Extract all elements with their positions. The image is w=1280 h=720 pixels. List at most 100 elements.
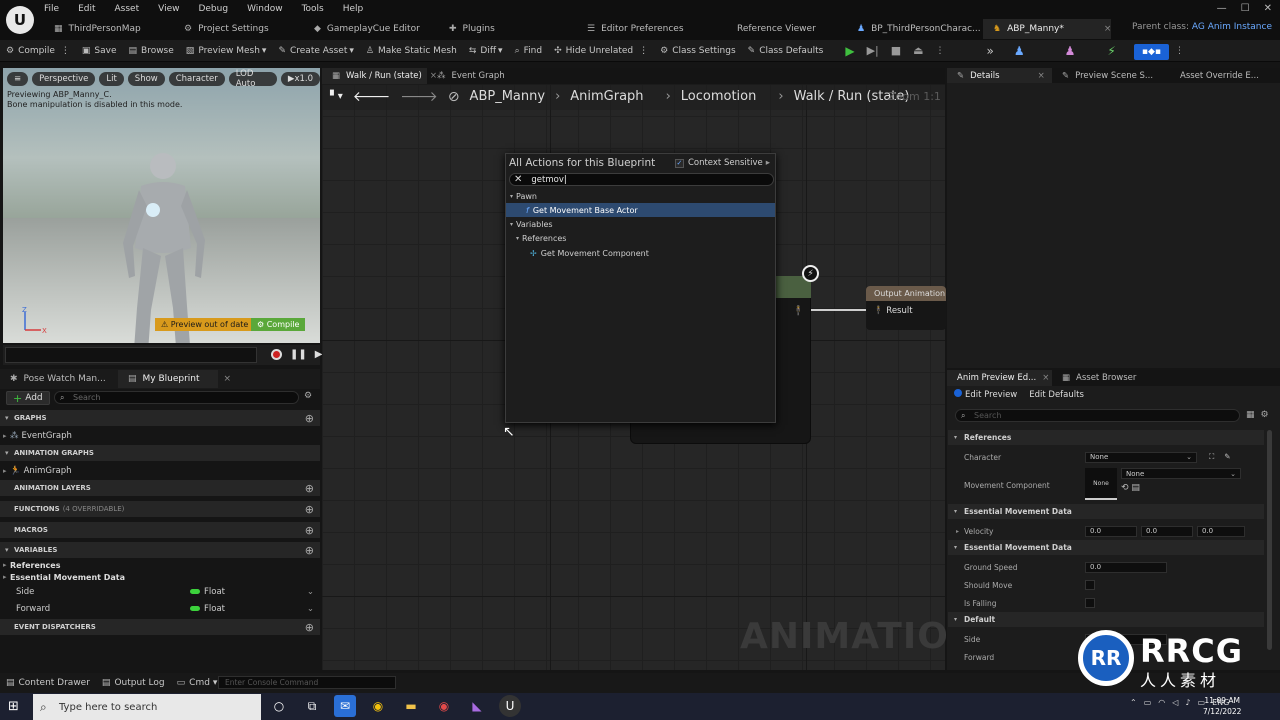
tab-event-graph[interactable]: ⁂ Event Graph [427,68,517,84]
hide-unrelated-button[interactable]: ✣ Hide Unrelated ⋮ [548,40,654,62]
action-item-get-movement-component[interactable]: ✢ Get Movement Component [506,245,775,261]
property-section-references[interactable]: ▾ References [948,430,1264,445]
browse-button[interactable]: ▤ Browse [123,40,180,62]
minimize-icon[interactable]: — [1217,3,1227,14]
forward-arrow-icon[interactable]: 🡒 [400,88,438,105]
play-icon[interactable]: ▶ [839,40,860,62]
tab-plugins[interactable]: ✚ Plugins [439,19,577,39]
cortana-icon[interactable]: ○ [268,695,290,717]
gear-icon[interactable]: ⚙ [304,391,312,401]
action-item-get-movement-base-actor[interactable]: f Get Movement Base Actor [506,203,775,217]
tray-expand-icon[interactable]: ⌃ [1130,698,1137,707]
close-tab-icon[interactable]: × [1038,71,1045,81]
tab-walk-run-state[interactable]: ▦ Walk / Run (state) × [322,68,437,84]
save-button[interactable]: ▣ Save [76,40,123,62]
add-function-icon[interactable]: ⊕ [305,503,314,516]
output-log-button[interactable]: ▤ Output Log [96,673,171,693]
eject-icon[interactable]: ⏏ [907,40,929,62]
tab-third-person-map[interactable]: ▦ ThirdPersonMap [44,19,174,39]
mesh-mode-icon[interactable]: ♟ [1059,40,1082,62]
velocity-y-input[interactable]: 0.0 [1141,525,1193,537]
property-section-essential-movement-1[interactable]: ▾ Essential Movement Data [948,504,1264,519]
cmd-button[interactable]: ▭ Cmd ▾ [171,673,224,693]
is-falling-checkbox[interactable] [1085,598,1095,608]
gear-icon[interactable]: ⚙ [1261,410,1269,420]
windows-start-icon[interactable]: ⊞ [8,699,19,714]
back-arrow-icon[interactable]: 🡐 [353,88,391,105]
breadcrumb-abp-manny[interactable]: ABP_Manny [470,89,546,104]
tab-asset-override-editor[interactable]: Asset Override E... [1170,68,1270,83]
tab-pose-watch-manager[interactable]: ✱ Pose Watch Man... [0,370,118,388]
browse-asset-icon[interactable]: ⛶ [1209,452,1214,463]
variable-category-references[interactable]: ▸ References [0,559,320,571]
visual-studio-icon[interactable]: ◣ [466,695,488,717]
make-static-mesh-button[interactable]: ♙ Make Static Mesh [360,40,463,62]
parent-class-link[interactable]: AG Anim Instance [1192,22,1272,32]
more-options-icon[interactable]: ⋮ [930,40,951,62]
edit-defaults-radio[interactable]: Edit Defaults [1029,390,1084,400]
graph-item-animgraph[interactable]: ▸ 🏃 AnimGraph [0,462,320,480]
wifi-icon[interactable]: ◠ [1158,698,1165,707]
skeleton-mode-icon[interactable]: ♟ [1008,40,1031,62]
maximize-icon[interactable]: ☐ [1241,3,1250,14]
breadcrumb-animgraph[interactable]: AnimGraph [570,89,643,104]
section-macros[interactable]: MACROS ⊕ [0,522,320,538]
use-selected-icon[interactable]: ⟲ ▤ [1121,483,1241,493]
menu-tools[interactable]: Tools [302,4,324,14]
chrome-profile-icon[interactable]: ◉ [433,695,455,717]
action-category-variables[interactable]: ▾ Variables [506,217,775,231]
preview-mesh-button[interactable]: ▧ Preview Mesh ▾ [180,40,273,62]
property-section-essential-movement-2[interactable]: ▾ Essential Movement Data [948,540,1264,555]
add-macro-icon[interactable]: ⊕ [305,524,314,537]
movement-component-thumbnail[interactable]: None [1085,468,1117,500]
lit-button[interactable]: Lit [99,72,124,86]
section-variables[interactable]: ▾ VARIABLES ⊕ [0,542,320,558]
character-select[interactable]: None ⌄ [1085,451,1197,463]
viewport-menu-button[interactable]: ≡ [7,72,29,86]
pause-icon[interactable]: ❚❚ [290,349,307,360]
class-settings-button[interactable]: ⚙ Class Settings [654,40,742,62]
bookmark-icon[interactable]: ▘▾ [330,91,343,102]
menu-edit[interactable]: Edit [78,4,95,14]
menu-file[interactable]: File [44,4,59,14]
class-defaults-button[interactable]: ✎ Class Defaults [742,40,830,62]
tab-details[interactable]: ✎ Details × [947,68,1052,83]
volume-icon[interactable]: ◁ [1172,698,1178,707]
taskbar-clock[interactable]: 11:09 AM 7/12/2022 [1203,695,1241,717]
mode-options-icon[interactable]: ⋮ [1169,40,1190,62]
close-tab-icon[interactable]: × [224,374,232,384]
playback-speed-button[interactable]: ▶ x1.0 [280,72,320,86]
add-graph-icon[interactable]: ⊕ [305,412,314,425]
property-section-default[interactable]: ▾ Default [948,612,1264,627]
add-variable-icon[interactable]: ⊕ [305,544,314,557]
tab-asset-browser[interactable]: ▦ Asset Browser [1052,370,1152,386]
expand-toolbar-icon[interactable]: » [981,40,1000,62]
file-explorer-icon[interactable]: ▬ [400,695,422,717]
close-window-icon[interactable]: ✕ [1264,3,1272,14]
unreal-engine-icon[interactable]: U [499,695,521,717]
tab-reference-viewer[interactable]: Reference Viewer [727,19,847,39]
tab-gameplaycue-editor[interactable]: ◆ GameplayCue Editor [304,19,439,39]
ground-speed-input[interactable]: 0.0 [1085,561,1167,573]
context-sensitive-toggle[interactable]: ✓ Context Sensitive ▸ [674,158,770,168]
variable-type[interactable]: Float [190,604,225,614]
variable-type[interactable]: Float [190,587,225,597]
velocity-z-input[interactable]: 0.0 [1197,525,1245,537]
task-view-icon[interactable]: ⧉ [301,695,323,717]
tab-preview-scene-settings[interactable]: ✎ Preview Scene S... [1052,68,1170,83]
step-icon[interactable]: ▶| [861,40,885,62]
chrome-icon[interactable]: ◉ [367,695,389,717]
section-functions[interactable]: FUNCTIONS (4 OVERRIDABLE) ⊕ [0,501,320,517]
tab-my-blueprint[interactable]: ▤ My Blueprint × [118,370,231,388]
taskbar-search-input[interactable]: ⌕ Type here to search [33,694,261,720]
result-pin[interactable]: 🕴 Result [873,306,913,316]
variable-category-movement[interactable]: ▸ Essential Movement Data [0,571,320,583]
action-category-references[interactable]: ▾ References [506,231,775,245]
animation-mode-icon[interactable]: ⚡ [1101,40,1121,62]
timeline-scrubber[interactable] [5,347,257,363]
add-button[interactable]: + Add [6,391,50,405]
section-event-dispatchers[interactable]: EVENT DISPATCHERS ⊕ [0,619,320,635]
menu-view[interactable]: View [158,4,179,14]
record-icon[interactable] [271,349,282,360]
action-category-pawn[interactable]: ▾ Pawn [506,189,775,203]
